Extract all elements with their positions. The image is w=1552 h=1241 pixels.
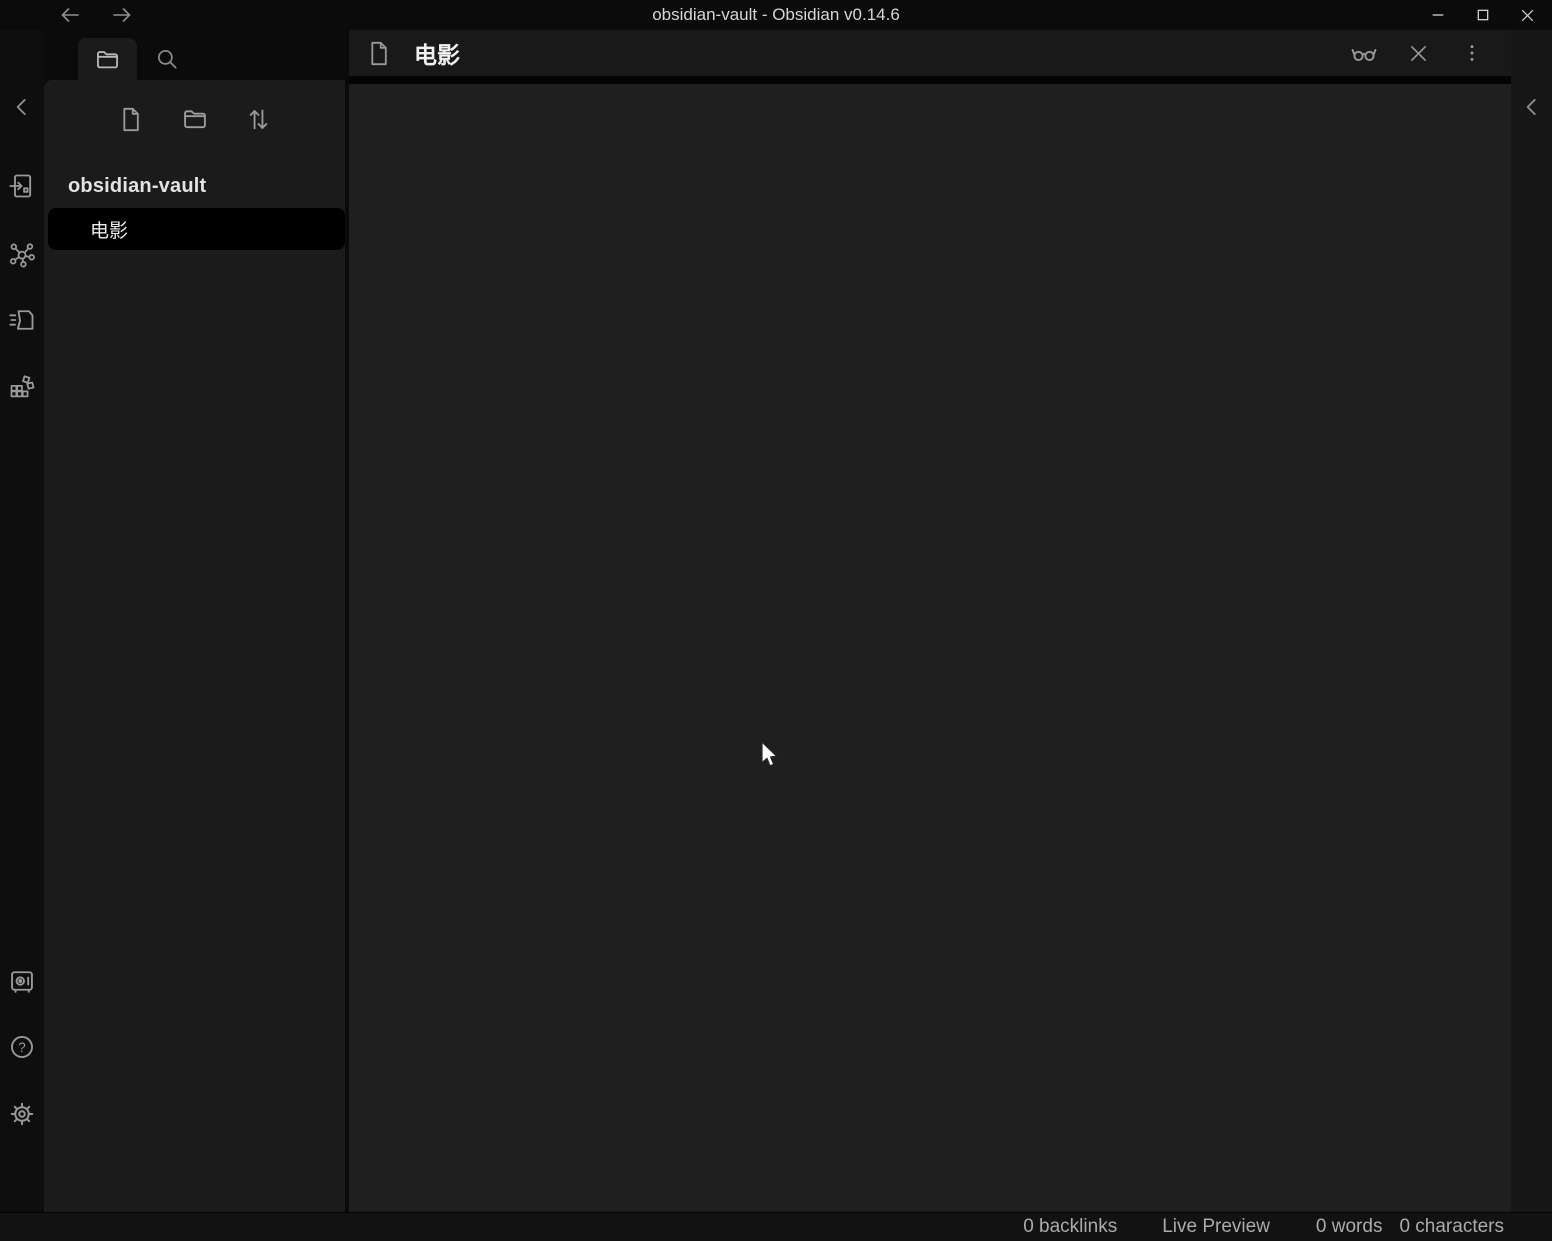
expand-right-sidebar-button[interactable] (1518, 93, 1546, 121)
folder-icon (94, 46, 121, 73)
help-question-icon: ? (8, 1033, 36, 1061)
file-import-icon (8, 172, 36, 200)
svg-text:?: ? (18, 1040, 25, 1055)
note-title: 电影 (414, 36, 460, 70)
navigate-forward-button[interactable] (109, 3, 135, 27)
view-header: 电影 (349, 30, 1511, 84)
arrow-left-icon (58, 3, 82, 27)
editor-content[interactable] (349, 92, 1511, 1212)
left-sidebar: obsidian-vault 电影 (44, 30, 345, 1212)
file-explorer-actions (44, 105, 345, 133)
more-options-button[interactable] (1457, 38, 1487, 68)
fast-document-button[interactable] (8, 306, 36, 334)
minimize-icon (1430, 7, 1446, 23)
arrow-right-icon (110, 3, 134, 27)
new-note-button[interactable] (117, 105, 145, 133)
sort-order-button[interactable] (245, 105, 273, 133)
vault-name: obsidian-vault (68, 174, 206, 198)
graph-icon (8, 240, 36, 268)
left-ribbon: ? (0, 30, 44, 1212)
navigate-back-button[interactable] (57, 3, 83, 27)
glasses-icon (1349, 38, 1379, 68)
window-controls (1415, 0, 1550, 30)
main-pane: 电影 (345, 30, 1511, 1212)
vault-safe-icon (8, 967, 36, 995)
window-title: obsidian-vault - Obsidian v0.14.6 (0, 0, 1552, 30)
quick-switcher-button[interactable] (8, 172, 36, 200)
random-note-button[interactable] (8, 373, 36, 401)
word-count: 0 words (1316, 1216, 1383, 1238)
new-note-icon (117, 106, 144, 133)
new-folder-icon (181, 105, 209, 133)
minimize-button[interactable] (1415, 0, 1460, 30)
status-bar: 0 backlinks Live Preview 0 words 0 chara… (0, 1212, 1552, 1241)
new-folder-button[interactable] (181, 105, 209, 133)
editor-mode-indicator[interactable]: Live Preview (1162, 1216, 1270, 1238)
close-window-button[interactable] (1505, 0, 1550, 30)
settings-button[interactable] (8, 1100, 36, 1128)
close-pane-button[interactable] (1403, 38, 1433, 68)
reading-mode-button[interactable] (1349, 38, 1379, 68)
chevron-left-expand-icon (1519, 94, 1545, 120)
vertical-dots-icon (1461, 42, 1483, 64)
open-another-vault-button[interactable] (8, 967, 36, 995)
file-item-selected[interactable]: 电影 (48, 208, 345, 250)
file-item-label: 电影 (90, 216, 128, 243)
gear-icon (8, 1100, 36, 1128)
note-document-icon (365, 40, 392, 67)
sidebar-tab-row (44, 30, 345, 80)
sort-arrows-icon (245, 106, 272, 133)
character-count: 0 characters (1399, 1216, 1504, 1238)
backlinks-count[interactable]: 0 backlinks (1023, 1216, 1117, 1238)
collapse-left-sidebar-button[interactable] (8, 93, 36, 121)
view-header-actions (1349, 38, 1487, 68)
fast-document-icon (8, 306, 36, 334)
maximize-icon (1475, 7, 1491, 23)
graph-view-button[interactable] (8, 240, 36, 268)
blocks-dice-icon (8, 373, 36, 401)
search-icon (154, 46, 180, 72)
right-sidebar-collapsed (1511, 30, 1552, 1212)
help-button[interactable]: ? (8, 1033, 36, 1061)
tab-file-explorer[interactable] (78, 38, 137, 80)
file-explorer-panel: obsidian-vault 电影 (44, 80, 345, 1212)
tab-search[interactable] (144, 38, 190, 80)
maximize-button[interactable] (1460, 0, 1505, 30)
titlebar: obsidian-vault - Obsidian v0.14.6 (0, 0, 1552, 30)
chevron-left-icon (9, 94, 35, 120)
close-pane-icon (1407, 42, 1430, 65)
close-icon (1519, 7, 1536, 24)
